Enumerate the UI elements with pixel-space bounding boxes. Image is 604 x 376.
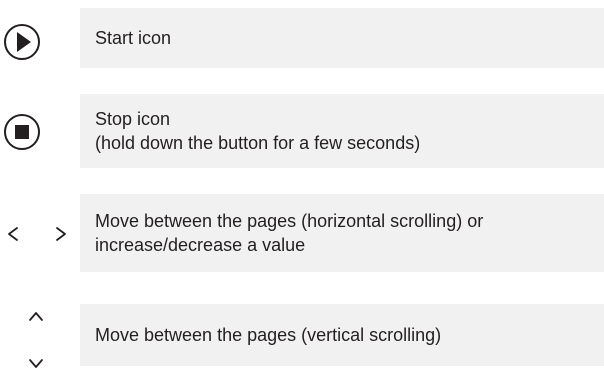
horizontal-scroll-line-1: Move between the pages (horizontal scrol… bbox=[95, 211, 484, 231]
start-label: Start icon bbox=[95, 28, 172, 48]
chevron-left-right-icons bbox=[8, 227, 66, 241]
stop-label: Stop icon bbox=[95, 109, 171, 129]
chevron-down-icon bbox=[29, 359, 43, 368]
stop-description: Stop icon (hold down the button for a fe… bbox=[80, 94, 604, 168]
up-down-icon-cell bbox=[0, 300, 72, 376]
start-description: Start icon bbox=[80, 8, 604, 68]
stop-circle-icon bbox=[4, 114, 40, 150]
chevron-right-icon bbox=[56, 227, 66, 241]
vertical-scroll-label: Move between the pages (vertical scrolli… bbox=[95, 325, 442, 345]
start-icon-cell bbox=[0, 8, 72, 68]
horizontal-scroll-line-2: increase/decrease a value bbox=[95, 235, 306, 255]
left-right-icon-cell bbox=[0, 194, 72, 272]
stop-icon-cell bbox=[0, 94, 72, 168]
play-circle-icon bbox=[4, 24, 40, 60]
horizontal-scroll-description: Move between the pages (horizontal scrol… bbox=[80, 194, 604, 272]
chevron-up-down-icons bbox=[29, 312, 43, 368]
chevron-left-icon bbox=[8, 227, 18, 241]
chevron-up-icon bbox=[29, 312, 43, 321]
vertical-scroll-description: Move between the pages (vertical scrolli… bbox=[80, 304, 604, 366]
stop-hint: (hold down the button for a few seconds) bbox=[95, 133, 421, 153]
